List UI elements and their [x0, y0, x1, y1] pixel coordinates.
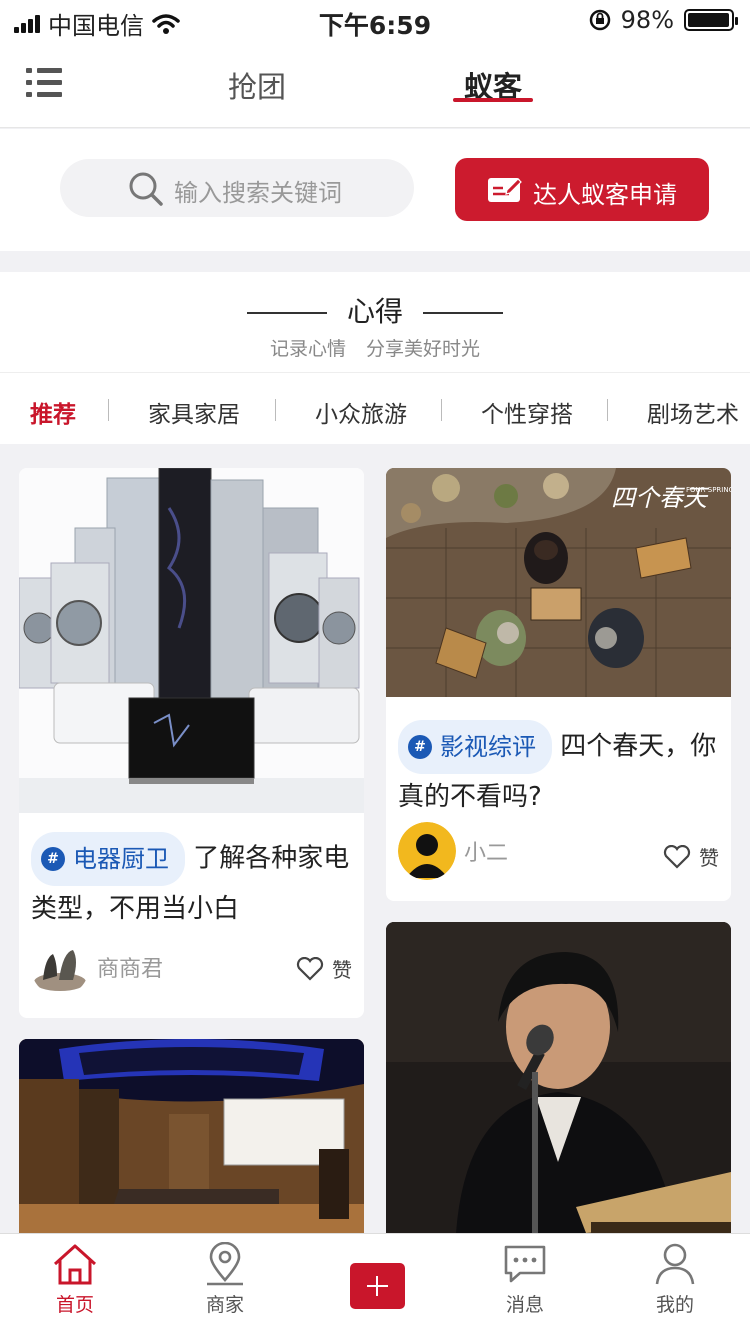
topic-tag[interactable]: # 影视综评 — [398, 720, 552, 774]
singer-image — [386, 922, 731, 1233]
tab-profile-label: 我的 — [655, 1294, 694, 1316]
category-theater[interactable]: 剧场艺术 — [647, 395, 739, 429]
location-pin-icon — [207, 1242, 243, 1286]
tab-merchants-label: 商家 — [205, 1294, 244, 1316]
post-title: # 电器厨卫 了解各种家电类型，不用当小白 — [31, 832, 352, 932]
person-icon — [655, 1243, 695, 1285]
author-name: 商商君 — [97, 957, 164, 982]
avatar — [398, 822, 456, 880]
status-bar: 中国电信 下午6:59 98% — [0, 0, 750, 42]
hash-icon: # — [408, 735, 432, 759]
author[interactable]: 小二 — [398, 822, 508, 880]
section-subtitle: 记录心情 分享美好时光 — [269, 338, 481, 360]
movie-poster-image: 四个春天 FOUR SPRINGS — [386, 468, 731, 697]
tab-home-label: 首页 — [55, 1294, 94, 1316]
post-card[interactable]: # 电器厨卫 了解各种家电类型，不用当小白 商商君 赞 — [19, 468, 364, 1018]
category-fashion[interactable]: 个性穿搭 — [481, 395, 573, 429]
appliances-image — [19, 468, 364, 813]
like-label: 赞 — [332, 958, 352, 982]
tab-messages-label: 消息 — [505, 1294, 544, 1316]
tab-messages[interactable]: 消息 — [475, 1242, 575, 1317]
status-right: 98% — [589, 6, 738, 34]
hash-icon: # — [41, 847, 65, 871]
post-card[interactable] — [19, 1039, 364, 1233]
menu-icon[interactable] — [26, 68, 62, 98]
avatar — [31, 938, 89, 996]
edit-card-icon — [488, 178, 522, 202]
section-header: 心得 记录心情 分享美好时光 — [0, 272, 750, 372]
apply-expert-label: 达人蚁客申请 — [533, 181, 677, 209]
category-furniture[interactable]: 家具家居 — [148, 395, 240, 429]
category-travel[interactable]: 小众旅游 — [315, 395, 407, 429]
section-title: 心得 — [0, 290, 750, 330]
author-name: 小二 — [464, 841, 509, 866]
home-theater-image — [19, 1039, 364, 1233]
search-icon — [129, 172, 163, 206]
bottom-tab-bar: 首页 商家 消息 我的 — [0, 1233, 750, 1334]
heart-icon — [296, 956, 324, 981]
category-tabs: 推荐 家具家居 小众旅游 个性穿搭 剧场艺术 — [0, 372, 750, 444]
like-button[interactable]: 赞 — [296, 954, 352, 983]
tab-qiangtuan[interactable]: 抢团 — [228, 64, 286, 106]
apply-expert-button[interactable]: 达人蚁客申请 — [455, 158, 709, 221]
battery-icon — [684, 9, 738, 31]
topic-tag[interactable]: # 电器厨卫 — [31, 832, 185, 886]
tab-merchants[interactable]: 商家 — [175, 1242, 275, 1317]
battery-percent: 98% — [620, 6, 674, 34]
author[interactable]: 商商君 — [31, 938, 163, 996]
poster-subtitle: FOUR SPRINGS — [686, 486, 731, 494]
search-input[interactable]: 输入搜索关键词 — [60, 159, 414, 217]
like-label: 赞 — [699, 846, 719, 870]
post-card[interactable] — [386, 922, 731, 1233]
top-nav: 抢团 蚁客 — [0, 42, 750, 128]
search-row: 输入搜索关键词 达人蚁客申请 — [0, 129, 750, 251]
post-card[interactable]: 四个春天 FOUR SPRINGS #影视综评 四个春天，你真的不看吗? 小二 … — [386, 468, 731, 901]
search-placeholder: 输入搜索关键词 — [174, 179, 342, 207]
home-icon — [53, 1244, 97, 1285]
heart-icon — [663, 844, 691, 869]
rotation-lock-icon — [589, 9, 610, 31]
tab-home[interactable]: 首页 — [25, 1242, 125, 1317]
category-recommend[interactable]: 推荐 — [30, 395, 76, 429]
post-title: # 影视综评 四个春天，你真的不看吗? — [398, 720, 719, 820]
add-post-button[interactable] — [350, 1263, 405, 1309]
like-button[interactable]: 赞 — [663, 842, 719, 871]
message-icon — [504, 1245, 546, 1283]
active-tab-indicator — [453, 98, 533, 102]
tab-profile[interactable]: 我的 — [625, 1242, 725, 1317]
